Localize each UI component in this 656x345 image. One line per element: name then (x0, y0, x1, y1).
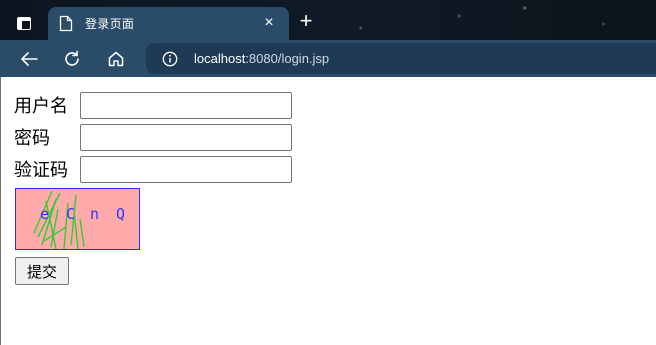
username-label: 用户名 (14, 96, 68, 117)
address-bar[interactable]: localhost:8080/login.jsp (146, 43, 656, 74)
username-row: 用户名 (14, 91, 292, 119)
active-tab[interactable]: 登录页面 × (48, 7, 289, 40)
password-input[interactable] (80, 124, 292, 151)
tab-actions-button[interactable] (10, 11, 38, 35)
back-button[interactable] (16, 46, 42, 72)
captcha-char: e (40, 205, 49, 223)
url-path: :8080/login.jsp (245, 51, 330, 66)
browser-toolbar: localhost:8080/login.jsp (0, 40, 656, 77)
back-arrow-icon (21, 52, 38, 66)
captcha-graphic: eCnQ (33, 190, 125, 250)
reload-button[interactable] (59, 46, 85, 72)
home-icon (108, 51, 124, 67)
captcha-row: 验证码 (14, 155, 292, 183)
url-host: localhost (194, 51, 246, 66)
home-button[interactable] (103, 46, 129, 72)
captcha-image[interactable]: eCnQ (15, 188, 140, 250)
tab-close-button[interactable]: × (259, 13, 279, 33)
page-content: 用户名 密码 验证码 eCnQ 提交 (0, 77, 656, 345)
captcha-input[interactable] (80, 156, 292, 183)
captcha-char: C (66, 205, 75, 223)
tab-title: 登录页面 (85, 17, 135, 31)
new-tab-button[interactable]: + (296, 10, 316, 32)
tab-strip: 登录页面 × + (0, 0, 656, 40)
info-icon[interactable] (162, 51, 178, 67)
password-label: 密码 (14, 128, 50, 149)
submit-button[interactable]: 提交 (15, 257, 69, 285)
captcha-noise-line (79, 218, 85, 248)
reload-icon (65, 50, 79, 66)
captcha-char: Q (116, 205, 125, 223)
captcha-label: 验证码 (14, 160, 68, 181)
tab-actions-icon (17, 16, 31, 30)
password-row: 密码 (14, 123, 292, 151)
page-icon (59, 15, 73, 32)
username-input[interactable] (80, 92, 292, 119)
captcha-char: n (90, 205, 99, 223)
url-text[interactable]: localhost:8080/login.jsp (194, 51, 329, 66)
